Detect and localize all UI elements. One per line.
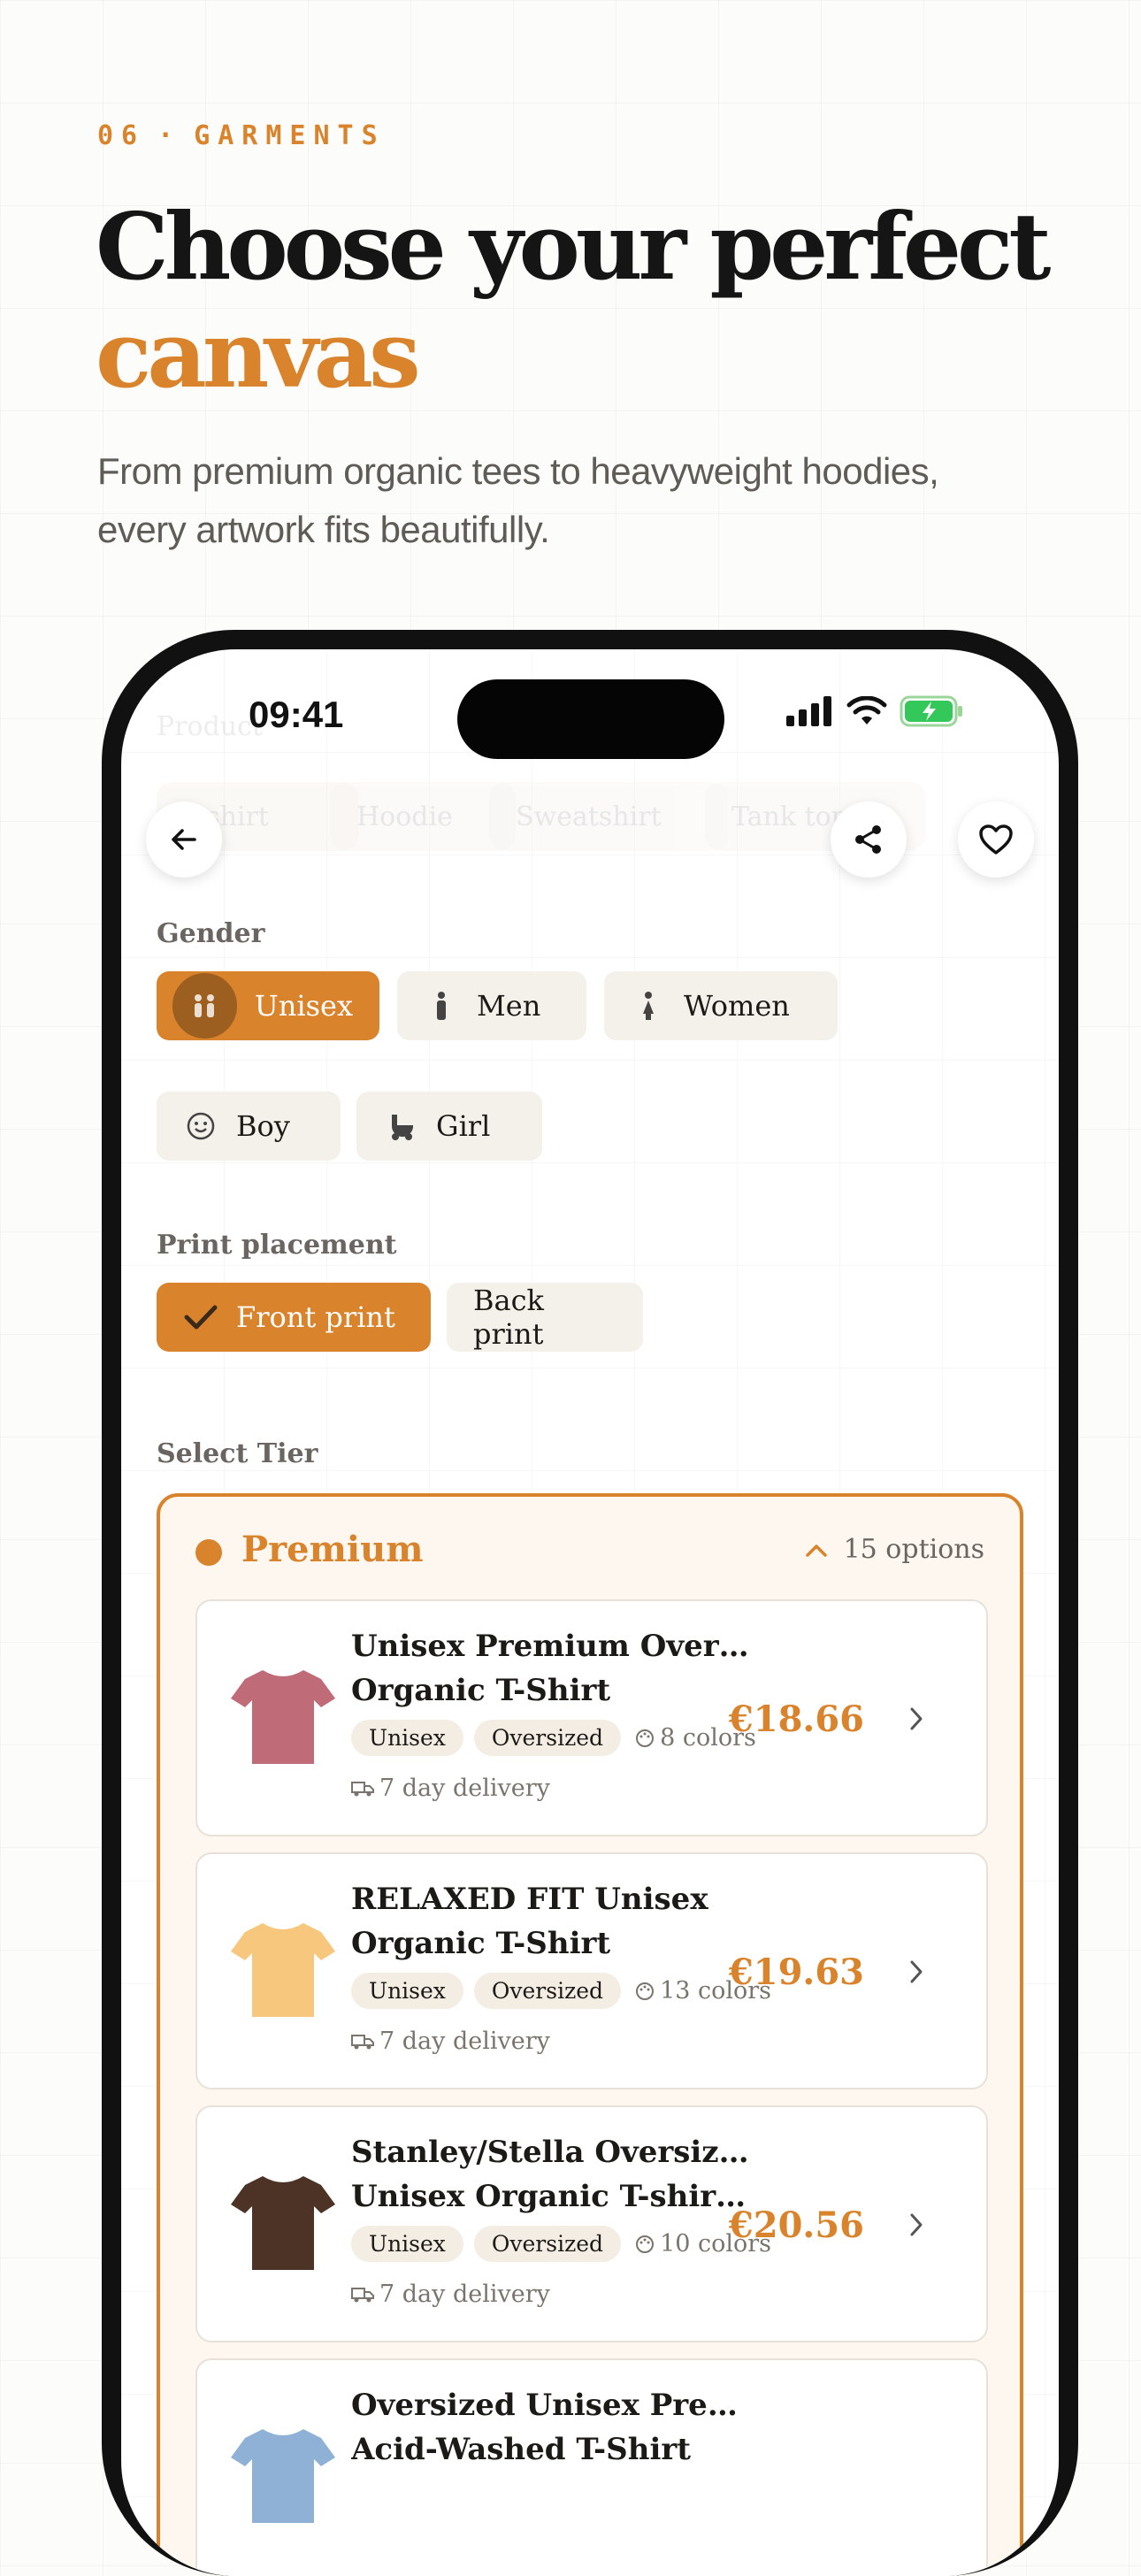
smiley-icon	[183, 1108, 218, 1144]
eyebrow-separator: ·	[157, 120, 182, 151]
palette-icon	[636, 1982, 655, 2000]
couple-icon	[172, 973, 237, 1039]
gender-chip-label: Men	[477, 989, 541, 1023]
product-tags: Unisex Oversized 10 colors	[351, 2226, 771, 2262]
delivery-info: 7 day delivery	[351, 2281, 550, 2308]
product-tags: Unisex Oversized 8 colors	[351, 1720, 756, 1756]
truck-icon	[351, 1781, 374, 1796]
tshirt-thumbnail	[231, 2429, 335, 2523]
gender-chip-label: Boy	[236, 1109, 290, 1143]
gender-chip-label: Women	[684, 989, 790, 1023]
section-label: GARMENTS	[194, 120, 386, 151]
tshirt-thumbnail	[231, 2176, 335, 2270]
wifi-icon	[846, 696, 887, 724]
section-number: 06	[97, 120, 146, 151]
product-price: €20.56	[728, 2204, 864, 2246]
palette-icon	[636, 1729, 655, 1747]
stroller-icon	[383, 1108, 418, 1144]
placement-chip-label: Front print	[236, 1300, 395, 1334]
tier-panel-premium: Premium 15 options Unisex Premium Oversi…	[157, 1493, 1023, 2576]
tag-gender: Unisex	[351, 1720, 463, 1756]
gender-chip-boy[interactable]: Boy	[157, 1092, 341, 1161]
product-card[interactable]: Unisex Premium OversizedOrganic T-Shirt …	[195, 1599, 988, 1836]
dynamic-island	[457, 679, 724, 759]
arrow-left-icon	[172, 829, 196, 850]
heart-icon	[979, 824, 1013, 855]
gender-chip-women[interactable]: Women	[604, 971, 838, 1040]
truck-icon	[351, 2287, 374, 2302]
placement-chip-back[interactable]: Back print	[447, 1283, 643, 1352]
woman-icon	[631, 988, 666, 1024]
checkmark-icon	[183, 1300, 218, 1335]
gender-label: Gender	[157, 918, 265, 949]
delivery-info: 7 day delivery	[351, 1775, 550, 1802]
palette-icon	[636, 2235, 655, 2253]
truck-icon	[351, 2034, 374, 2049]
headline-accent: canvas	[96, 300, 421, 409]
product-card[interactable]: Oversized Unisex PremiumAcid-Washed T-Sh…	[195, 2358, 988, 2576]
tag-gender: Unisex	[351, 2226, 463, 2262]
product-tags: Unisex Oversized 13 colors	[351, 1973, 771, 2009]
delivery-info: 7 day delivery	[351, 2028, 550, 2055]
gender-chip-unisex[interactable]: Unisex	[157, 971, 379, 1040]
signal-icon	[786, 696, 831, 726]
select-tier-label: Select Tier	[157, 1438, 318, 1469]
phone-frame: Product T-shirt Hoodie Sweatshirt Tank t…	[102, 630, 1078, 2576]
battery-icon	[900, 695, 962, 727]
tag-gender: Unisex	[351, 1973, 463, 2009]
ghost-tab-sweatshirt: Sweatshirt	[489, 782, 728, 851]
ghost-tab-hoodie: Hoodie	[330, 782, 516, 851]
product-name: Oversized Unisex PremiumAcid-Washed T-Sh…	[351, 2388, 749, 2467]
phone-screen: Product T-shirt Hoodie Sweatshirt Tank t…	[121, 649, 1059, 2576]
chevron-up-icon	[805, 1544, 827, 1557]
placement-chip-front[interactable]: Front print	[157, 1283, 431, 1352]
status-time: 09:41	[249, 694, 344, 735]
placement-chip-label: Back print	[473, 1284, 544, 1351]
page-subtitle: From premium organic tees to heavyweight…	[97, 450, 939, 550]
chevron-right-icon	[910, 1707, 923, 1730]
product-price: €19.63	[728, 1951, 864, 1993]
product-name: RELAXED FIT Unisex Organic T-Shirt	[351, 1882, 708, 1961]
status-icons	[785, 694, 965, 729]
gender-chip-label: Unisex	[254, 989, 353, 1023]
product-card[interactable]: RELAXED FIT Unisex Organic T-Shirt Unisex…	[195, 1852, 988, 2089]
tag-fit: Oversized	[473, 1720, 622, 1756]
share-icon	[855, 825, 881, 854]
tag-fit: Oversized	[473, 1973, 622, 2009]
tag-fit: Oversized	[473, 2226, 622, 2262]
favorite-button[interactable]	[958, 801, 1034, 878]
product-card[interactable]: Stanley/Stella Oversized Unisex Organic T…	[195, 2105, 988, 2342]
chevron-right-icon	[910, 2213, 923, 2236]
tier-collapse-toggle[interactable]: 15 options	[805, 1534, 984, 1565]
product-name: Stanley/Stella Oversized Unisex Organic T…	[351, 2135, 749, 2214]
product-name: Unisex Premium OversizedOrganic T-Shirt	[351, 1629, 749, 1708]
chevron-right-icon	[910, 1960, 923, 1983]
tshirt-thumbnail	[231, 1670, 335, 1764]
headline-line1: Choose your perfect	[96, 192, 1051, 301]
page-headline: Choose your perfect canvas	[96, 192, 1051, 409]
tier-title[interactable]: Premium	[241, 1529, 424, 1570]
ghost-product-label: Product	[157, 711, 263, 742]
tshirt-thumbnail	[231, 1923, 335, 2017]
gender-chip-label: Girl	[436, 1109, 491, 1143]
print-placement-label: Print placement	[157, 1230, 397, 1261]
section-eyebrow: 06 · GARMENTS	[97, 120, 386, 151]
back-button[interactable]	[146, 801, 222, 878]
gender-chip-girl[interactable]: Girl	[356, 1092, 542, 1161]
gender-chip-men[interactable]: Men	[397, 971, 586, 1040]
product-price: €18.66	[728, 1698, 864, 1740]
man-icon	[424, 988, 459, 1024]
tier-options-count: 15 options	[843, 1534, 984, 1565]
tier-dot	[195, 1539, 222, 1566]
share-button[interactable]	[831, 801, 907, 878]
